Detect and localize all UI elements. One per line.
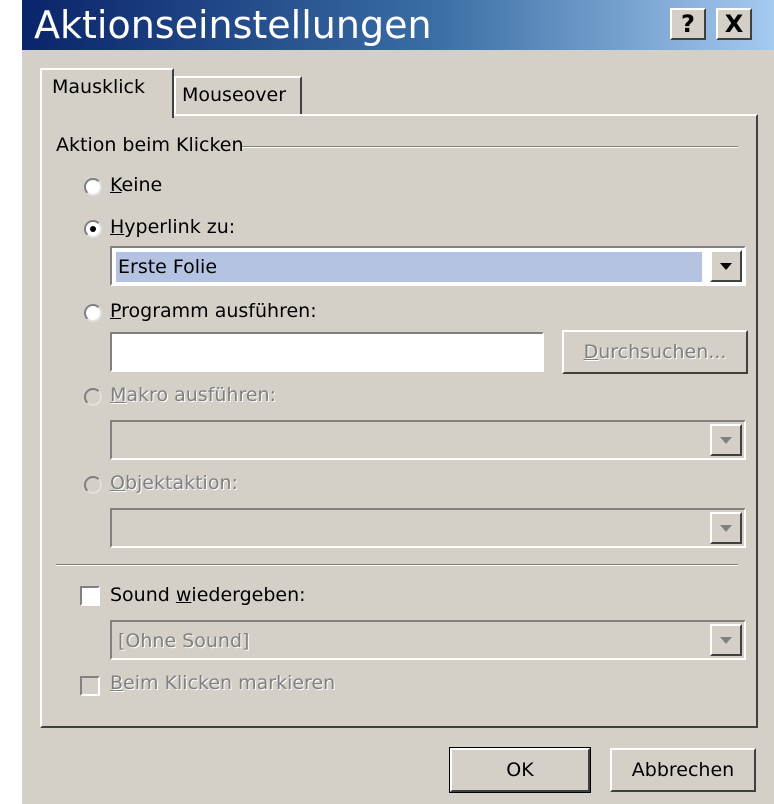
radio-makro-label[interactable]: Makro ausführen:: [110, 384, 276, 406]
browse-button-label: Durchsuchen...: [584, 341, 727, 363]
window-title: Aktionseinstellungen: [34, 3, 432, 47]
section-separator: [242, 146, 738, 148]
chevron-down-icon: [720, 437, 732, 444]
tab-mouseover-label: Mouseover: [182, 84, 287, 106]
radio-keine-rest: eine: [121, 174, 163, 196]
sound-accel: w: [175, 584, 192, 606]
browse-accel: D: [583, 341, 599, 363]
action-settings-dialog: Aktionseinstellungen ? X Mausklick Mouse…: [20, 0, 774, 804]
sound-separator: [56, 564, 738, 566]
radio-hyperlink-rest: yperlink zu:: [124, 216, 236, 238]
highlight-checkbox[interactable]: [80, 676, 100, 696]
cancel-button[interactable]: Abbrechen: [610, 748, 756, 792]
chevron-down-icon: [720, 263, 732, 270]
radio-keine[interactable]: [84, 178, 102, 196]
sound-value: [Ohne Sound]: [118, 630, 250, 652]
radio-programm[interactable]: [84, 304, 102, 322]
tab-mausklick[interactable]: Mausklick: [40, 68, 174, 118]
section-title: Aktion beim Klicken: [56, 134, 244, 156]
radio-makro-accel: M: [110, 384, 127, 406]
ok-button[interactable]: OK: [449, 747, 591, 793]
radio-objekt-rest: bjektaktion:: [124, 472, 238, 494]
radio-programm-label[interactable]: Programm ausführen:: [110, 300, 317, 322]
highlight-label[interactable]: Beim Klicken markieren: [110, 672, 335, 694]
radio-programm-accel: P: [110, 300, 122, 322]
macro-dropdown-button[interactable]: [710, 424, 742, 456]
tab-panel: Aktion beim Klicken Keine Hyperlink zu: …: [40, 114, 758, 728]
radio-keine-label[interactable]: Keine: [110, 174, 162, 196]
radio-objekt[interactable]: [84, 476, 102, 494]
object-action-dropdown[interactable]: [110, 508, 746, 548]
highlight-label-rest: eim Klicken markieren: [123, 672, 336, 694]
close-button[interactable]: X: [716, 8, 752, 40]
highlight-accel: B: [110, 672, 124, 694]
radio-makro[interactable]: [84, 388, 102, 406]
radio-hyperlink[interactable]: [84, 220, 102, 238]
tab-mausklick-label: Mausklick: [52, 76, 145, 98]
title-bar[interactable]: Aktionseinstellungen ? X: [22, 0, 774, 50]
browse-rest: urchsuchen...: [598, 341, 727, 363]
macro-dropdown[interactable]: [110, 420, 746, 460]
sound-dropdown-button[interactable]: [710, 624, 742, 656]
hyperlink-dropdown[interactable]: Erste Folie: [110, 246, 746, 286]
object-action-dropdown-button[interactable]: [710, 512, 742, 544]
program-path-input[interactable]: [110, 332, 544, 372]
radio-programm-rest: rogramm ausführen:: [121, 300, 317, 322]
radio-keine-accel: K: [110, 174, 122, 196]
hyperlink-dropdown-button[interactable]: [710, 250, 742, 282]
sound-checkbox[interactable]: [80, 586, 100, 606]
radio-objekt-label[interactable]: Objektaktion:: [110, 472, 238, 494]
radio-makro-rest: akro ausführen:: [126, 384, 276, 406]
radio-objekt-accel: O: [110, 472, 125, 494]
radio-hyperlink-accel: H: [110, 216, 125, 238]
browse-button[interactable]: Durchsuchen...: [562, 330, 748, 374]
radio-selected-dot: [90, 226, 96, 232]
chevron-down-icon: [720, 525, 732, 532]
tab-mouseover[interactable]: Mouseover: [174, 76, 302, 114]
hyperlink-value: Erste Folie: [116, 252, 702, 282]
sound-label-start: Sound: [110, 584, 176, 606]
help-button[interactable]: ?: [670, 8, 706, 40]
sound-label-rest: iedergeben:: [191, 584, 306, 606]
radio-hyperlink-label[interactable]: Hyperlink zu:: [110, 216, 235, 238]
chevron-down-icon: [720, 637, 732, 644]
sound-dropdown[interactable]: [Ohne Sound]: [110, 620, 746, 660]
sound-label[interactable]: Sound wiedergeben:: [110, 584, 306, 606]
